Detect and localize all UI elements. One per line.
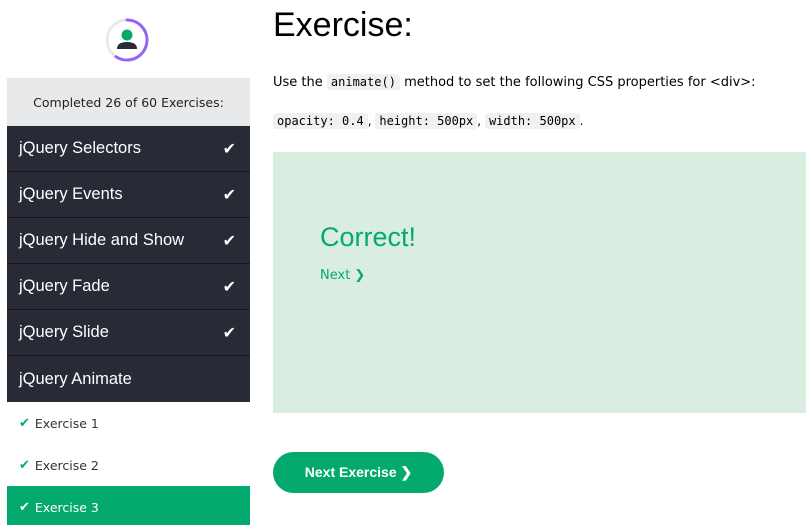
sidebar-item-label: jQuery Animate — [19, 369, 132, 388]
result-panel: Correct! Next ❯ — [273, 152, 806, 413]
check-icon: ✔ — [222, 324, 236, 342]
sidebar-item-label: jQuery Selectors — [19, 139, 141, 157]
instruction-suffix: method to set the following CSS properti… — [404, 75, 756, 90]
sidebar-item-label: jQuery Events — [19, 185, 123, 203]
check-icon: ✔ — [222, 232, 236, 250]
sidebar: Completed 26 of 60 Exercises: jQuery Sel… — [0, 0, 251, 525]
sidebar-item-jquery-hide-and-show[interactable]: jQuery Hide and Show ✔ — [7, 218, 250, 264]
check-icon: ✔ — [19, 457, 30, 473]
result-message: Correct! — [320, 222, 417, 252]
exercise-label: Exercise 3 — [34, 499, 99, 515]
next-link[interactable]: Next ❯ — [320, 268, 365, 283]
exercise-item-1[interactable]: ✔ Exercise 1 — [7, 402, 250, 444]
instruction-text: Use the animate() method to set the foll… — [273, 74, 756, 90]
prop-separator: , — [477, 114, 482, 128]
sidebar-item-label: jQuery Slide — [19, 323, 109, 341]
sidebar-item-label: jQuery Hide and Show — [19, 231, 185, 249]
instruction-prefix: Use the — [273, 75, 323, 90]
prop-opacity: opacity: 0.4 — [273, 113, 368, 129]
progress-text: Completed 26 of 60 Exercises: — [7, 78, 250, 126]
check-icon: ✔ — [222, 140, 236, 158]
instruction-code: animate() — [326, 74, 400, 90]
sidebar-item-jquery-animate[interactable]: jQuery Animate — [7, 356, 250, 402]
check-icon: ✔ — [222, 186, 236, 204]
sidebar-item-jquery-selectors[interactable]: jQuery Selectors ✔ — [7, 126, 250, 172]
page-title: Exercise: — [273, 6, 413, 44]
sidebar-item-jquery-events[interactable]: jQuery Events ✔ — [7, 172, 250, 218]
check-icon: ✔ — [19, 415, 30, 431]
check-icon: ✔ — [19, 499, 30, 515]
avatar[interactable] — [104, 17, 150, 63]
prop-end: . — [579, 114, 584, 128]
progress-ring — [105, 18, 149, 62]
main-content: Exercise: Use the animate() method to se… — [273, 0, 806, 525]
sidebar-item-jquery-fade[interactable]: jQuery Fade ✔ — [7, 264, 250, 310]
next-exercise-button[interactable]: Next Exercise ❯ — [273, 452, 444, 493]
prop-width: width: 500px — [484, 113, 580, 129]
topic-list: jQuery Selectors ✔ jQuery Events ✔ jQuer… — [7, 126, 250, 525]
prop-height: height: 500px — [375, 113, 478, 129]
exercise-label: Exercise 2 — [34, 457, 99, 473]
css-properties: opacity: 0.4, height: 500px, width: 500p… — [273, 113, 584, 129]
sidebar-item-jquery-slide[interactable]: jQuery Slide ✔ — [7, 310, 250, 356]
exercise-item-2[interactable]: ✔ Exercise 2 — [7, 444, 250, 486]
exercise-label: Exercise 1 — [34, 415, 99, 431]
check-icon: ✔ — [222, 278, 236, 296]
prop-separator: , — [367, 114, 372, 128]
exercise-item-3[interactable]: ✔ Exercise 3 — [7, 486, 250, 525]
sidebar-item-label: jQuery Fade — [19, 277, 110, 295]
